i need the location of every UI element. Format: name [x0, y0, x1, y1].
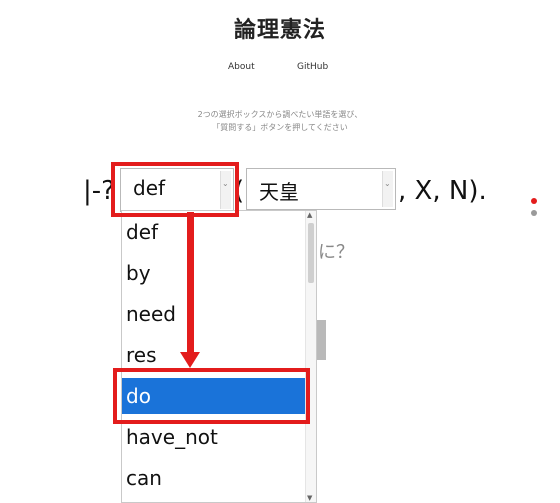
dot-red: [531, 198, 537, 204]
scroll-up-icon[interactable]: ▲: [307, 211, 312, 219]
dropdown-scrollbar[interactable]: ▲ ▼: [305, 211, 316, 502]
dot-gray: [531, 210, 537, 216]
predicate-dropdown-list[interactable]: def by need res do have_not can ▲ ▼: [121, 210, 317, 503]
nav-link-about[interactable]: About: [228, 62, 255, 72]
highlight-box-select: [111, 162, 239, 217]
dropdown-scroll-thumb[interactable]: [308, 223, 314, 283]
arrow-down-icon: [180, 352, 200, 368]
dropdown-option-by[interactable]: by: [122, 255, 308, 291]
dropdown-option-can[interactable]: can: [122, 460, 308, 496]
dropdown-option-def[interactable]: def: [122, 214, 308, 250]
subject-select[interactable]: 天皇 ⌄: [246, 168, 396, 210]
query-suffix: , X, N).: [398, 176, 487, 206]
highlight-box-option: [113, 368, 310, 424]
subject-select-value: 天皇: [259, 180, 299, 204]
instructions: 2つの選択ボックスから調べたい単語を選び、 「質問する」ボタンを押してください: [0, 108, 560, 134]
scroll-down-icon[interactable]: ▼: [307, 494, 312, 502]
annotation-arrow-shaft: [187, 212, 194, 356]
subject-select-chevron[interactable]: ⌄: [382, 171, 393, 207]
page-title: 論理憲法: [233, 18, 326, 43]
dropdown-option-have-not[interactable]: have_not: [122, 419, 308, 455]
instructions-line1: 2つの選択ボックスから調べたい単語を選び、: [197, 110, 363, 119]
dropdown-option-need[interactable]: need: [122, 296, 308, 332]
hint-text: に？: [318, 242, 354, 263]
instructions-line2: 「質問する」ボタンを押してください: [212, 123, 348, 132]
chevron-down-icon: ⌄: [384, 179, 391, 188]
nav-link-github[interactable]: GitHub: [297, 62, 328, 72]
page-scroll-thumb[interactable]: [317, 320, 326, 360]
